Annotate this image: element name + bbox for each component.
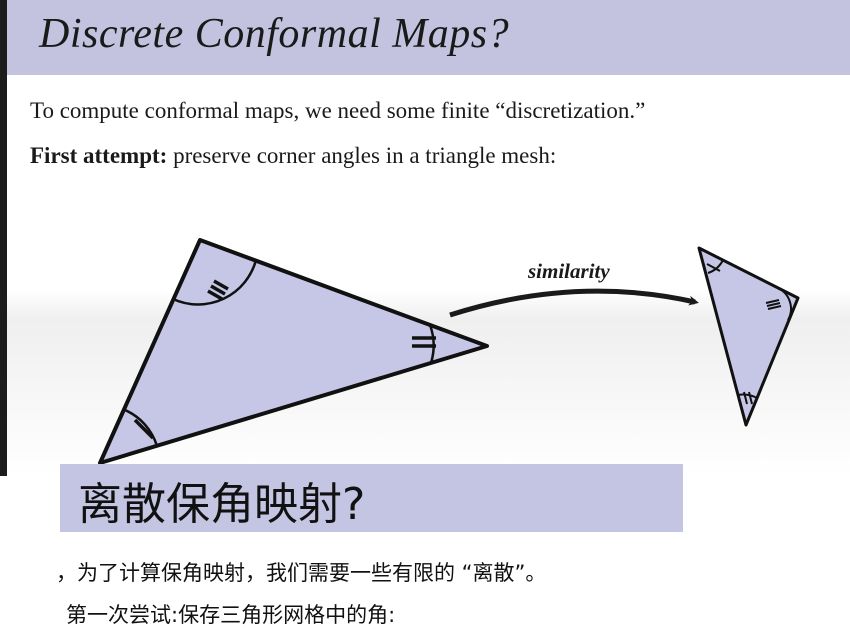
- large-triangle: [98, 238, 489, 465]
- translation-line-1: ，为了计算保角映射，我们需要一些有限的 “离散”。: [56, 561, 547, 585]
- similarity-label: similarity: [527, 259, 610, 283]
- translation-title-box: 离散保角映射?: [60, 464, 683, 532]
- translation-title: 离散保角映射?: [78, 479, 366, 530]
- similarity-arrow: [449, 288, 699, 318]
- small-triangle: [697, 246, 800, 427]
- triangle-figure: similarity: [98, 238, 800, 465]
- translation-line-2: 第一次尝试:保存三角形网格中的角:: [66, 603, 396, 627]
